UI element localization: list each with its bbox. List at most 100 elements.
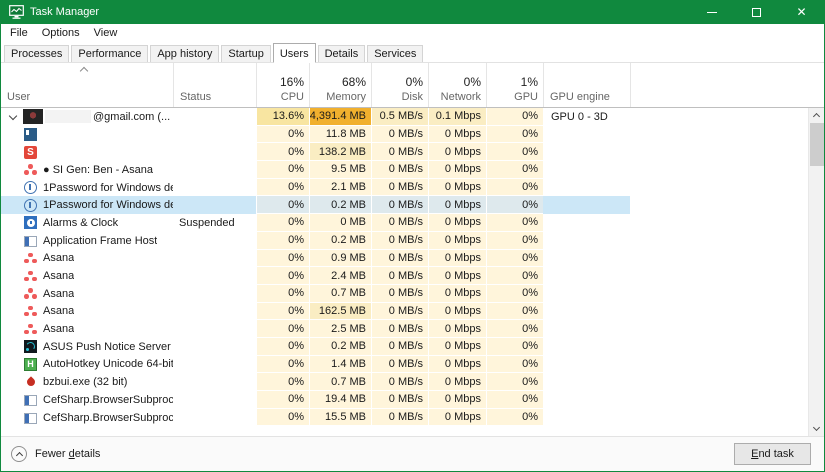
scrollbar-thumb[interactable]: [810, 123, 824, 166]
table-row[interactable]: AutoHotkey Unicode 64-bit 0% 1.4 MB 0 MB…: [1, 356, 824, 374]
gpu-engine-cell: [543, 303, 630, 321]
status-cell: [173, 232, 256, 250]
column-header-disk[interactable]: 0% Disk: [371, 63, 428, 107]
name-cell: Asana: [1, 285, 173, 303]
network-cell: 0 Mbps: [428, 214, 486, 232]
asana-icon: [24, 305, 37, 318]
table-row[interactable]: Alarms & Clock Suspended 0% 0 MB 0 MB/s …: [1, 214, 824, 232]
network-total-value: 0%: [464, 74, 481, 90]
table-row[interactable]: CefSharp.BrowserSubproc... 0% 19.4 MB 0 …: [1, 391, 824, 409]
maximize-button[interactable]: [734, 0, 779, 24]
status-cell: [173, 409, 256, 427]
fewer-details-label: Fewer details: [35, 448, 100, 460]
table-row[interactable]: bzbui.exe (32 bit) 0% 0.7 MB 0 MB/s 0 Mb…: [1, 373, 824, 391]
column-header-network[interactable]: 0% Network: [428, 63, 486, 107]
minimize-button[interactable]: [689, 0, 734, 24]
cpu-cell: 0%: [256, 356, 309, 374]
table-row[interactable]: Asana 0% 0.9 MB 0 MB/s 0 Mbps 0%: [1, 250, 824, 268]
process-name: Asana: [43, 323, 74, 335]
tab-performance[interactable]: Performance: [71, 45, 148, 62]
tab-services[interactable]: Services: [367, 45, 423, 62]
name-cell: 1Password for Windows de...: [1, 179, 173, 197]
end-task-button[interactable]: End task: [734, 443, 811, 465]
app-window-icon: [24, 413, 37, 424]
tab-users[interactable]: Users: [273, 43, 316, 63]
app-window-icon: [24, 395, 37, 406]
column-header-gpu-engine[interactable]: GPU engine: [543, 63, 630, 107]
table-row[interactable]: CefSharp.BrowserSubproc... 0% 15.5 MB 0 …: [1, 409, 824, 427]
memory-column-label: Memory: [326, 90, 366, 104]
minimize-icon: [707, 12, 717, 13]
process-name: 1Password for Windows de...: [43, 182, 173, 194]
column-header-memory[interactable]: 68% Memory: [309, 63, 371, 107]
expander-chevron-down-icon[interactable]: [5, 115, 21, 119]
status-cell: [173, 108, 256, 126]
column-header-user[interactable]: User: [1, 63, 173, 107]
table-row[interactable]: Asana 0% 2.4 MB 0 MB/s 0 Mbps 0%: [1, 267, 824, 285]
tab-details[interactable]: Details: [318, 45, 366, 62]
table-row[interactable]: 0% 138.2 MB 0 MB/s 0 Mbps 0%: [1, 143, 824, 161]
memory-cell: 138.2 MB: [309, 143, 371, 161]
process-name: 1Password for Windows de...: [43, 199, 173, 211]
network-cell: 0 Mbps: [428, 250, 486, 268]
status-cell: [173, 179, 256, 197]
name-cell: Asana: [1, 250, 173, 268]
tab-processes[interactable]: Processes: [4, 45, 69, 62]
menu-item-view[interactable]: View: [87, 25, 125, 41]
tab-app-history[interactable]: App history: [150, 45, 219, 62]
scrollbar-up-button[interactable]: [809, 108, 824, 123]
table-row[interactable]: Asana 0% 162.5 MB 0 MB/s 0 Mbps 0%: [1, 303, 824, 321]
menu-item-options[interactable]: Options: [35, 25, 87, 41]
name-cell: CefSharp.BrowserSubproc...: [1, 391, 173, 409]
process-name: Asana: [43, 270, 74, 282]
name-cell: Asana: [1, 303, 173, 321]
column-header-status[interactable]: Status: [173, 63, 256, 107]
status-cell: Suspended: [173, 214, 256, 232]
menu-item-file[interactable]: File: [3, 25, 35, 41]
row-filler: [630, 356, 824, 374]
status-cell: [173, 161, 256, 179]
header-filler: [630, 63, 824, 107]
gpu-cell: 0%: [486, 179, 543, 197]
disk-cell: 0 MB/s: [371, 250, 428, 268]
column-header-cpu[interactable]: 16% CPU: [256, 63, 309, 107]
column-header-gpu[interactable]: 1% GPU: [486, 63, 543, 107]
memory-cell: 2.4 MB: [309, 267, 371, 285]
asus-icon: [24, 340, 37, 353]
gpu-engine-cell: [543, 285, 630, 303]
asana-icon: [24, 252, 37, 265]
network-cell: 0 Mbps: [428, 161, 486, 179]
table-row[interactable]: 1Password for Windows de... 0% 2.1 MB 0 …: [1, 179, 824, 197]
close-button[interactable]: ✕: [779, 0, 824, 24]
redacted-user-name: [45, 110, 91, 123]
task-manager-icon: [9, 5, 24, 19]
table-row[interactable]: Application Frame Host 0% 0.2 MB 0 MB/s …: [1, 232, 824, 250]
table-row[interactable]: 1Password for Windows de... 0% 0.2 MB 0 …: [1, 196, 824, 214]
user-column-label: User: [7, 90, 30, 104]
table-row[interactable]: ● SI Gen: Ben - Asana 0% 9.5 MB 0 MB/s 0…: [1, 161, 824, 179]
disk-cell: 0 MB/s: [371, 126, 428, 144]
process-name: Asana: [43, 288, 74, 300]
scrollbar-down-button[interactable]: [809, 421, 824, 436]
name-cell: [1, 143, 173, 161]
disk-cell: 0 MB/s: [371, 356, 428, 374]
cpu-cell: 0%: [256, 143, 309, 161]
memory-cell: 9.5 MB: [309, 161, 371, 179]
table-row[interactable]: 0% 11.8 MB 0 MB/s 0 Mbps 0%: [1, 126, 824, 144]
table-row[interactable]: @gmail.com (... 13.6% 4,391.4 MB 0.5 MB/…: [1, 108, 824, 126]
cpu-cell: 0%: [256, 214, 309, 232]
gpu-engine-cell: [543, 126, 630, 144]
memory-cell: 19.4 MB: [309, 391, 371, 409]
process-name: Asana: [43, 252, 74, 264]
memory-cell: 4,391.4 MB: [309, 108, 371, 126]
tab-startup[interactable]: Startup: [221, 45, 270, 62]
memory-cell: 1.4 MB: [309, 356, 371, 374]
gpu-column-label: GPU: [514, 90, 538, 104]
vertical-scrollbar[interactable]: [808, 108, 824, 436]
gpu-engine-column-label: GPU engine: [550, 90, 610, 104]
table-row[interactable]: ASUS Push Notice Server (... 0% 0.2 MB 0…: [1, 338, 824, 356]
disk-cell: 0 MB/s: [371, 391, 428, 409]
table-row[interactable]: Asana 0% 0.7 MB 0 MB/s 0 Mbps 0%: [1, 285, 824, 303]
fewer-details-button[interactable]: Fewer details: [11, 446, 100, 462]
table-row[interactable]: Asana 0% 2.5 MB 0 MB/s 0 Mbps 0%: [1, 320, 824, 338]
